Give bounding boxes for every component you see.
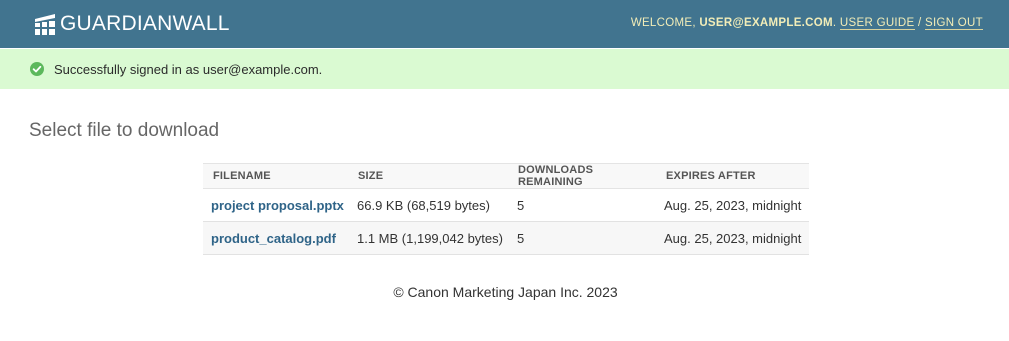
nav-separator: /	[918, 17, 922, 29]
downloads-remaining-cell: 5	[509, 188, 657, 222]
logo-text: GUARDIANWALL	[60, 12, 230, 35]
column-header-downloads-remaining: DOWNLOADS REMAINING	[509, 163, 657, 189]
sign-out-link[interactable]: SIGN OUT	[925, 17, 983, 30]
user-email: USER@EXAMPLE.COM	[699, 17, 833, 29]
top-bar: GUARDIANWALL WELCOME, USER@EXAMPLE.COM. …	[0, 0, 1009, 48]
logo[interactable]: GUARDIANWALL	[34, 13, 230, 35]
welcome-label: WELCOME,	[630, 17, 696, 29]
filename-cell: project proposal.pptx	[203, 188, 349, 222]
email-period: .	[832, 17, 837, 29]
expires-after-cell: Aug. 25, 2023, midnight	[657, 188, 809, 222]
file-download-link[interactable]: project proposal.pptx	[211, 198, 344, 213]
column-header-size: SIZE	[349, 163, 509, 189]
success-alert: Successfully signed in as user@example.c…	[0, 49, 1009, 89]
user-guide-link[interactable]: USER GUIDE	[839, 17, 915, 30]
footer-copyright: © Canon Marketing Japan Inc. 2023	[393, 284, 618, 300]
files-table: FILENAME SIZE DOWNLOADS REMAINING EXPIRE…	[203, 163, 809, 255]
user-nav: WELCOME, USER@EXAMPLE.COM. USER GUIDE / …	[631, 16, 983, 30]
size-cell: 66.9 KB (68,519 bytes)	[349, 188, 509, 222]
expires-after-cell: Aug. 25, 2023, midnight	[657, 221, 809, 255]
table-header-row: FILENAME SIZE DOWNLOADS REMAINING EXPIRE…	[203, 163, 809, 189]
table-row: product_catalog.pdf 1.1 MB (1,199,042 by…	[203, 221, 809, 255]
alert-message: Successfully signed in as user@example.c…	[54, 62, 323, 77]
column-header-expires-after: EXPIRES AFTER	[657, 163, 809, 189]
downloads-remaining-cell: 5	[509, 221, 657, 255]
filename-cell: product_catalog.pdf	[203, 221, 349, 255]
logo-building-icon	[35, 13, 55, 35]
size-cell: 1.1 MB (1,199,042 bytes)	[349, 221, 509, 255]
column-header-filename: FILENAME	[203, 163, 349, 189]
check-circle-icon	[30, 62, 44, 76]
page-title: Select file to download	[29, 120, 220, 141]
file-download-link[interactable]: product_catalog.pdf	[211, 231, 336, 246]
table-row: project proposal.pptx 66.9 KB (68,519 by…	[203, 188, 809, 222]
